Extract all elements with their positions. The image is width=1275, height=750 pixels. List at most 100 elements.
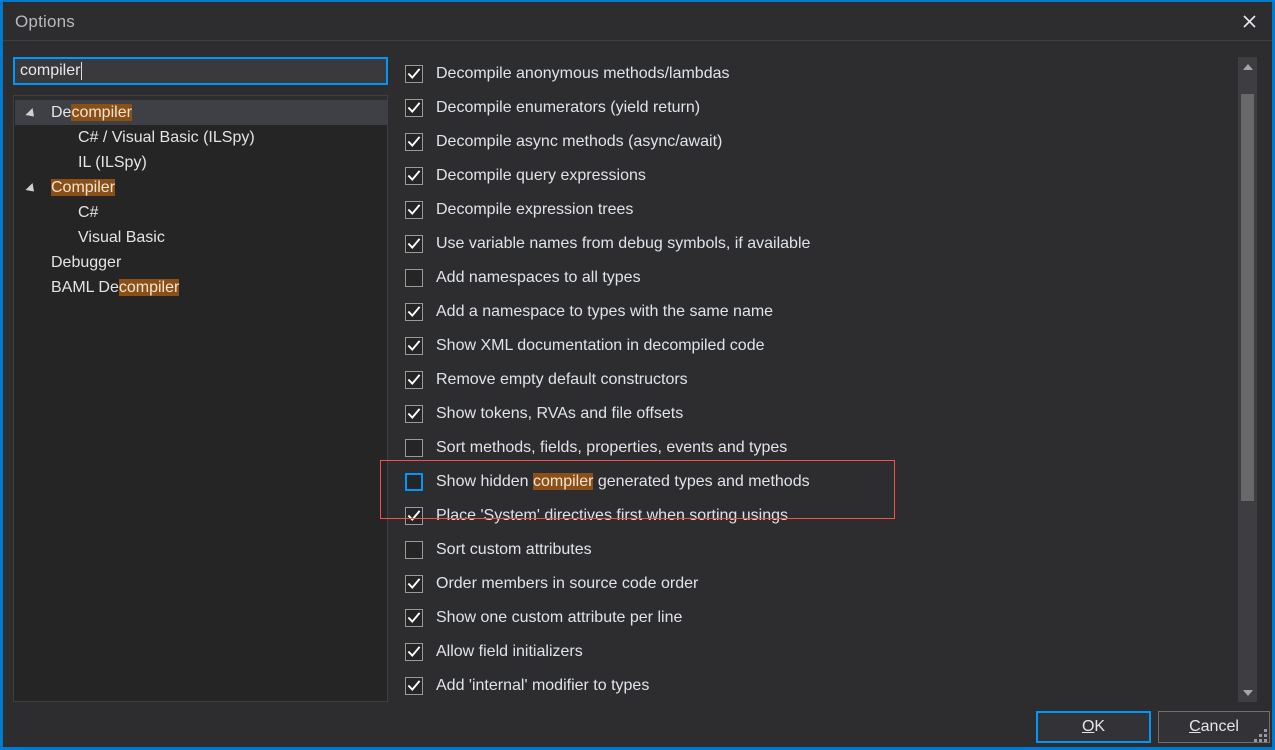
checkmark-icon [407, 238, 421, 250]
option-label: Decompile async methods (async/await) [436, 134, 722, 150]
tree-item[interactable]: C# [15, 200, 387, 225]
option-checkbox[interactable] [405, 371, 423, 389]
option-checkbox[interactable] [405, 65, 423, 83]
option-checkbox[interactable] [405, 609, 423, 627]
tree-item-label-pre: Visual Basic [78, 228, 165, 246]
option-row[interactable]: Use variable names from debug symbols, i… [396, 227, 1236, 261]
option-row[interactable]: Decompile query expressions [396, 159, 1236, 193]
option-checkbox[interactable] [405, 235, 423, 253]
option-row[interactable]: Decompile enumerators (yield return) [396, 91, 1236, 125]
option-label-pre: Order members in source code order [436, 575, 699, 592]
checkmark-icon [407, 510, 421, 522]
option-label: Show one custom attribute per line [436, 610, 682, 626]
option-label-pre: Show XML documentation in decompiled cod… [436, 337, 765, 354]
checkmark-icon [407, 68, 421, 80]
option-row[interactable]: Decompile anonymous methods/lambdas [396, 57, 1236, 91]
search-input-value: compiler [20, 62, 81, 79]
option-row[interactable]: Decompile expression trees [396, 193, 1236, 227]
tree-expander-icon[interactable] [25, 107, 38, 121]
option-row[interactable]: Order members in source code order [396, 567, 1236, 601]
option-row[interactable]: Show XML documentation in decompiled cod… [396, 329, 1236, 363]
option-label: Show hidden compiler generated types and… [436, 473, 810, 490]
checkmark-icon [407, 374, 421, 386]
option-row[interactable]: Place 'System' directives first when sor… [396, 499, 1236, 533]
tree-item[interactable]: Visual Basic [15, 225, 387, 250]
option-checkbox[interactable] [405, 303, 423, 321]
option-label: Allow field initializers [436, 644, 583, 660]
option-row[interactable]: Add a namespace to types with the same n… [396, 295, 1236, 329]
option-label: Show XML documentation in decompiled cod… [436, 338, 765, 354]
options-checkbox-list[interactable]: Decompile anonymous methods/lambdas Decom… [396, 57, 1236, 702]
tree-item-label-match-highlight: Compiler [51, 178, 116, 196]
option-label-pre: Decompile async methods (async/await) [436, 133, 723, 150]
option-row[interactable]: Remove empty default constructors [396, 363, 1236, 397]
option-label-pre: Add namespaces to all types [436, 269, 641, 286]
tree-item-label-pre: IL (ILSpy) [78, 153, 147, 171]
option-label-post: generated types and methods [593, 473, 810, 490]
option-label-pre: Decompile anonymous methods/lambdas [436, 65, 730, 82]
option-row[interactable]: Add 'internal' modifier to types [396, 669, 1236, 702]
option-label-pre: Show hidden [436, 473, 533, 490]
scrollbar-up-button[interactable] [1238, 57, 1257, 76]
checkmark-icon [407, 170, 421, 182]
option-checkbox[interactable] [405, 99, 423, 117]
close-button[interactable] [1226, 2, 1272, 40]
search-input[interactable]: compiler [13, 57, 388, 85]
tree-item[interactable]: C# / Visual Basic (ILSpy) [15, 125, 387, 150]
cancel-label-post: ancel [1200, 718, 1239, 735]
option-row[interactable]: Show tokens, RVAs and file offsets [396, 397, 1236, 431]
tree-expander-icon[interactable] [25, 182, 38, 196]
scrollbar-thumb[interactable] [1241, 94, 1254, 501]
option-checkbox[interactable] [405, 133, 423, 151]
checkmark-icon [407, 408, 421, 420]
tree-item[interactable]: IL (ILSpy) [15, 150, 387, 175]
option-checkbox[interactable] [405, 643, 423, 661]
option-row[interactable]: Show one custom attribute per line [396, 601, 1236, 635]
option-label-pre: Decompile enumerators (yield return) [436, 99, 701, 116]
option-row[interactable]: Decompile async methods (async/await) [396, 125, 1236, 159]
option-label-pre: Show tokens, RVAs and file offsets [436, 405, 684, 422]
tree-item[interactable]: Compiler [15, 175, 387, 200]
option-label-pre: Remove empty default constructors [436, 371, 688, 388]
option-row[interactable]: Show hidden compiler generated types and… [396, 465, 1236, 499]
settings-category-tree[interactable]: Decompiler C# / Visual Basic (ILSpy) IL (I… [13, 95, 388, 702]
option-checkbox[interactable] [405, 201, 423, 219]
option-row[interactable]: Sort custom attributes [396, 533, 1236, 567]
ok-button[interactable]: OK [1036, 711, 1151, 743]
option-checkbox[interactable] [405, 473, 423, 491]
option-label: Remove empty default constructors [436, 372, 688, 388]
ok-button-label: OK [1082, 718, 1105, 736]
resize-grip-icon[interactable] [1251, 726, 1269, 744]
option-checkbox[interactable] [405, 405, 423, 423]
tree-item[interactable]: BAML Decompiler [15, 275, 387, 300]
option-label-pre: Add 'internal' modifier to types [436, 677, 650, 694]
option-label-pre: Use variable names from debug symbols, i… [436, 235, 811, 252]
option-checkbox[interactable] [405, 337, 423, 355]
option-row[interactable]: Allow field initializers [396, 635, 1236, 669]
tree-item-label: C# / Visual Basic (ILSpy) [78, 128, 255, 146]
option-row[interactable]: Add namespaces to all types [396, 261, 1236, 295]
option-label: Decompile query expressions [436, 168, 646, 184]
scrollbar-down-button[interactable] [1238, 683, 1257, 702]
option-label-match-highlight: compiler [532, 473, 594, 490]
option-checkbox[interactable] [405, 677, 423, 695]
checkmark-icon [407, 612, 421, 624]
option-checkbox[interactable] [405, 439, 423, 457]
tree-item[interactable]: Debugger [15, 250, 387, 275]
option-checkbox[interactable] [405, 575, 423, 593]
option-label: Add namespaces to all types [436, 270, 641, 286]
tree-item-label-match-highlight: compiler [71, 103, 132, 121]
option-label: Use variable names from debug symbols, i… [436, 236, 810, 252]
tree-item-label-pre: C# / Visual Basic (ILSpy) [78, 128, 255, 146]
option-label-pre: Decompile query expressions [436, 167, 646, 184]
option-checkbox[interactable] [405, 269, 423, 287]
option-label-pre: Show one custom attribute per line [436, 609, 683, 626]
options-scrollbar[interactable] [1238, 57, 1257, 702]
checkmark-icon [407, 578, 421, 590]
option-checkbox[interactable] [405, 507, 423, 525]
option-checkbox[interactable] [405, 541, 423, 559]
option-checkbox[interactable] [405, 167, 423, 185]
chevron-down-icon [1242, 689, 1253, 696]
tree-item[interactable]: Decompiler [15, 100, 387, 125]
option-row[interactable]: Sort methods, fields, properties, events… [396, 431, 1236, 465]
